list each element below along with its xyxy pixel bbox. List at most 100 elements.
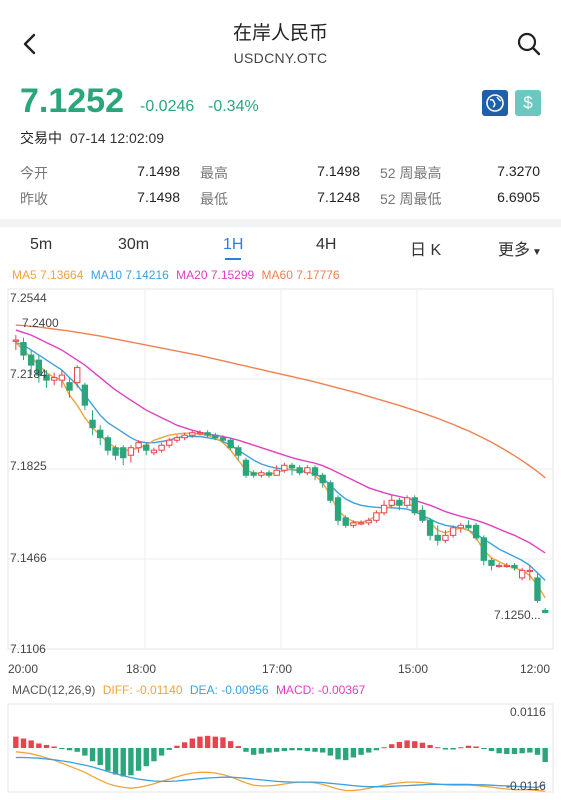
- macd-border: [7, 703, 554, 793]
- candle-up: [127, 447, 135, 456]
- candle-down: [242, 459, 250, 476]
- candle-down: [235, 447, 242, 456]
- last-price-label: 7.1250...: [494, 608, 541, 622]
- quote-stats: 今开 7.1498 最高 7.1498 52 周最高 7.3270 昨收 7.1…: [20, 163, 544, 215]
- macd-bar: [496, 748, 502, 754]
- symbol-code: USDCNY.OTC: [233, 50, 328, 66]
- candle-down: [342, 517, 349, 526]
- macd-bar: [89, 748, 96, 762]
- candle-up: [403, 497, 411, 506]
- stat-label: 最低: [200, 191, 228, 207]
- stat-value: 7.3270: [497, 163, 540, 179]
- candle-down: [488, 559, 495, 566]
- candle-up: [442, 534, 449, 541]
- ma5-label: MA5 7.13664: [12, 268, 84, 282]
- macd-bar: [458, 747, 464, 749]
- y-tick-label: 7.1825: [10, 459, 47, 473]
- high-price-label: 7.2400: [22, 316, 59, 330]
- candle-up: [135, 442, 142, 449]
- y-tick-label: 7.1106: [10, 642, 46, 656]
- tab-daily[interactable]: 日 K: [410, 236, 441, 260]
- y-tick-label: 7.2184: [10, 367, 47, 381]
- stat-value: 7.1248: [317, 189, 360, 205]
- macd-bar: [281, 748, 288, 752]
- candle-down: [327, 482, 334, 501]
- macd-bar: [412, 741, 418, 748]
- macd-bar: [381, 747, 387, 749]
- macd-legend: MACD(12,26,9) DIFF: -0.01140 DEA: -0.009…: [12, 683, 369, 697]
- stat-value: 7.1498: [137, 189, 180, 205]
- candle-up: [273, 469, 280, 476]
- tab-more[interactable]: 更多 ▼: [498, 236, 542, 260]
- macd-bar: [320, 748, 326, 753]
- stats-row: 昨收 7.1498 最低 7.1248 52 周最低 6.6905: [20, 189, 544, 215]
- candle-up: [173, 437, 181, 441]
- tab-5m[interactable]: 5m: [30, 236, 52, 254]
- macd-bar: [427, 744, 433, 748]
- candle-down: [472, 524, 480, 539]
- macd-bar: [120, 748, 126, 777]
- macd-bar: [105, 748, 111, 771]
- candle-up: [74, 367, 81, 384]
- candle-up: [304, 467, 311, 474]
- macd-bar: [66, 748, 73, 751]
- dea-line: [15, 756, 546, 789]
- macd-bar: [59, 748, 65, 749]
- interval-tabs: 5m 30m 1H 4H 日 K 更多 ▼: [0, 230, 561, 260]
- macd-bar: [335, 748, 341, 760]
- macd-bar: [312, 748, 318, 752]
- dea-label: DEA: -0.00956: [189, 683, 269, 697]
- candle-down: [204, 432, 211, 436]
- macd-bar: [212, 736, 218, 748]
- macd-bar: [243, 748, 249, 752]
- macd-bar: [20, 738, 27, 748]
- macd-bar: [82, 748, 88, 756]
- active-tab-indicator: [225, 258, 241, 260]
- stat-label: 52 周最低: [380, 191, 442, 207]
- macd-bar: [220, 737, 226, 748]
- macd-bar: [197, 736, 203, 748]
- candle-down: [120, 447, 127, 459]
- candle-down: [250, 472, 257, 476]
- candle-down: [112, 447, 119, 456]
- candle-up: [380, 504, 388, 514]
- macd-y-bottom-label: -0.0116: [506, 779, 546, 793]
- macd-bar: [174, 745, 180, 748]
- macd-bar: [74, 748, 80, 752]
- tab-30m[interactable]: 30m: [118, 236, 149, 254]
- search-icon[interactable]: [515, 30, 543, 58]
- stat-label: 昨收: [20, 191, 48, 207]
- tab-4h[interactable]: 4H: [316, 236, 336, 254]
- macd-bar: [481, 748, 487, 749]
- candlestick-chart[interactable]: 7.2544 7.2184 7.1825 7.1466 7.1106 7.240…: [0, 285, 561, 680]
- macd-bar: [511, 748, 518, 755]
- macd-bar: [488, 748, 495, 752]
- candle-up: [12, 339, 20, 342]
- candle-up: [158, 444, 165, 451]
- macd-bar: [327, 748, 334, 756]
- page-title: 在岸人民币: [232, 23, 328, 44]
- ma20-label: MA20 7.15299: [176, 268, 255, 282]
- stat-label: 今开: [20, 165, 48, 181]
- macd-chart[interactable]: 0.0116 -0.0116: [0, 700, 561, 796]
- globe-icon[interactable]: [482, 90, 508, 116]
- quote-time: 07-14 12:02:09: [69, 130, 165, 146]
- dollar-icon[interactable]: $: [515, 90, 541, 116]
- macd-bar: [273, 748, 280, 752]
- diff-label: DIFF: -0.01140: [102, 683, 183, 697]
- macd-bar: [289, 748, 295, 751]
- macd-bar: [151, 748, 157, 762]
- candle-up: [51, 377, 58, 381]
- candle-down: [104, 437, 112, 451]
- macd-bar: [435, 747, 441, 749]
- stat-label: 52 周最高: [380, 165, 442, 181]
- macd-bar: [235, 746, 241, 748]
- macd-bar: [534, 748, 541, 755]
- tab-more-label: 更多: [498, 242, 531, 259]
- tab-1h[interactable]: 1H: [223, 236, 243, 254]
- trading-status: 交易中 07-14 12:02:09: [20, 128, 164, 148]
- macd-bar: [366, 748, 372, 753]
- macd-bar: [97, 748, 103, 766]
- candle-up: [518, 569, 526, 579]
- candle-down: [288, 464, 296, 469]
